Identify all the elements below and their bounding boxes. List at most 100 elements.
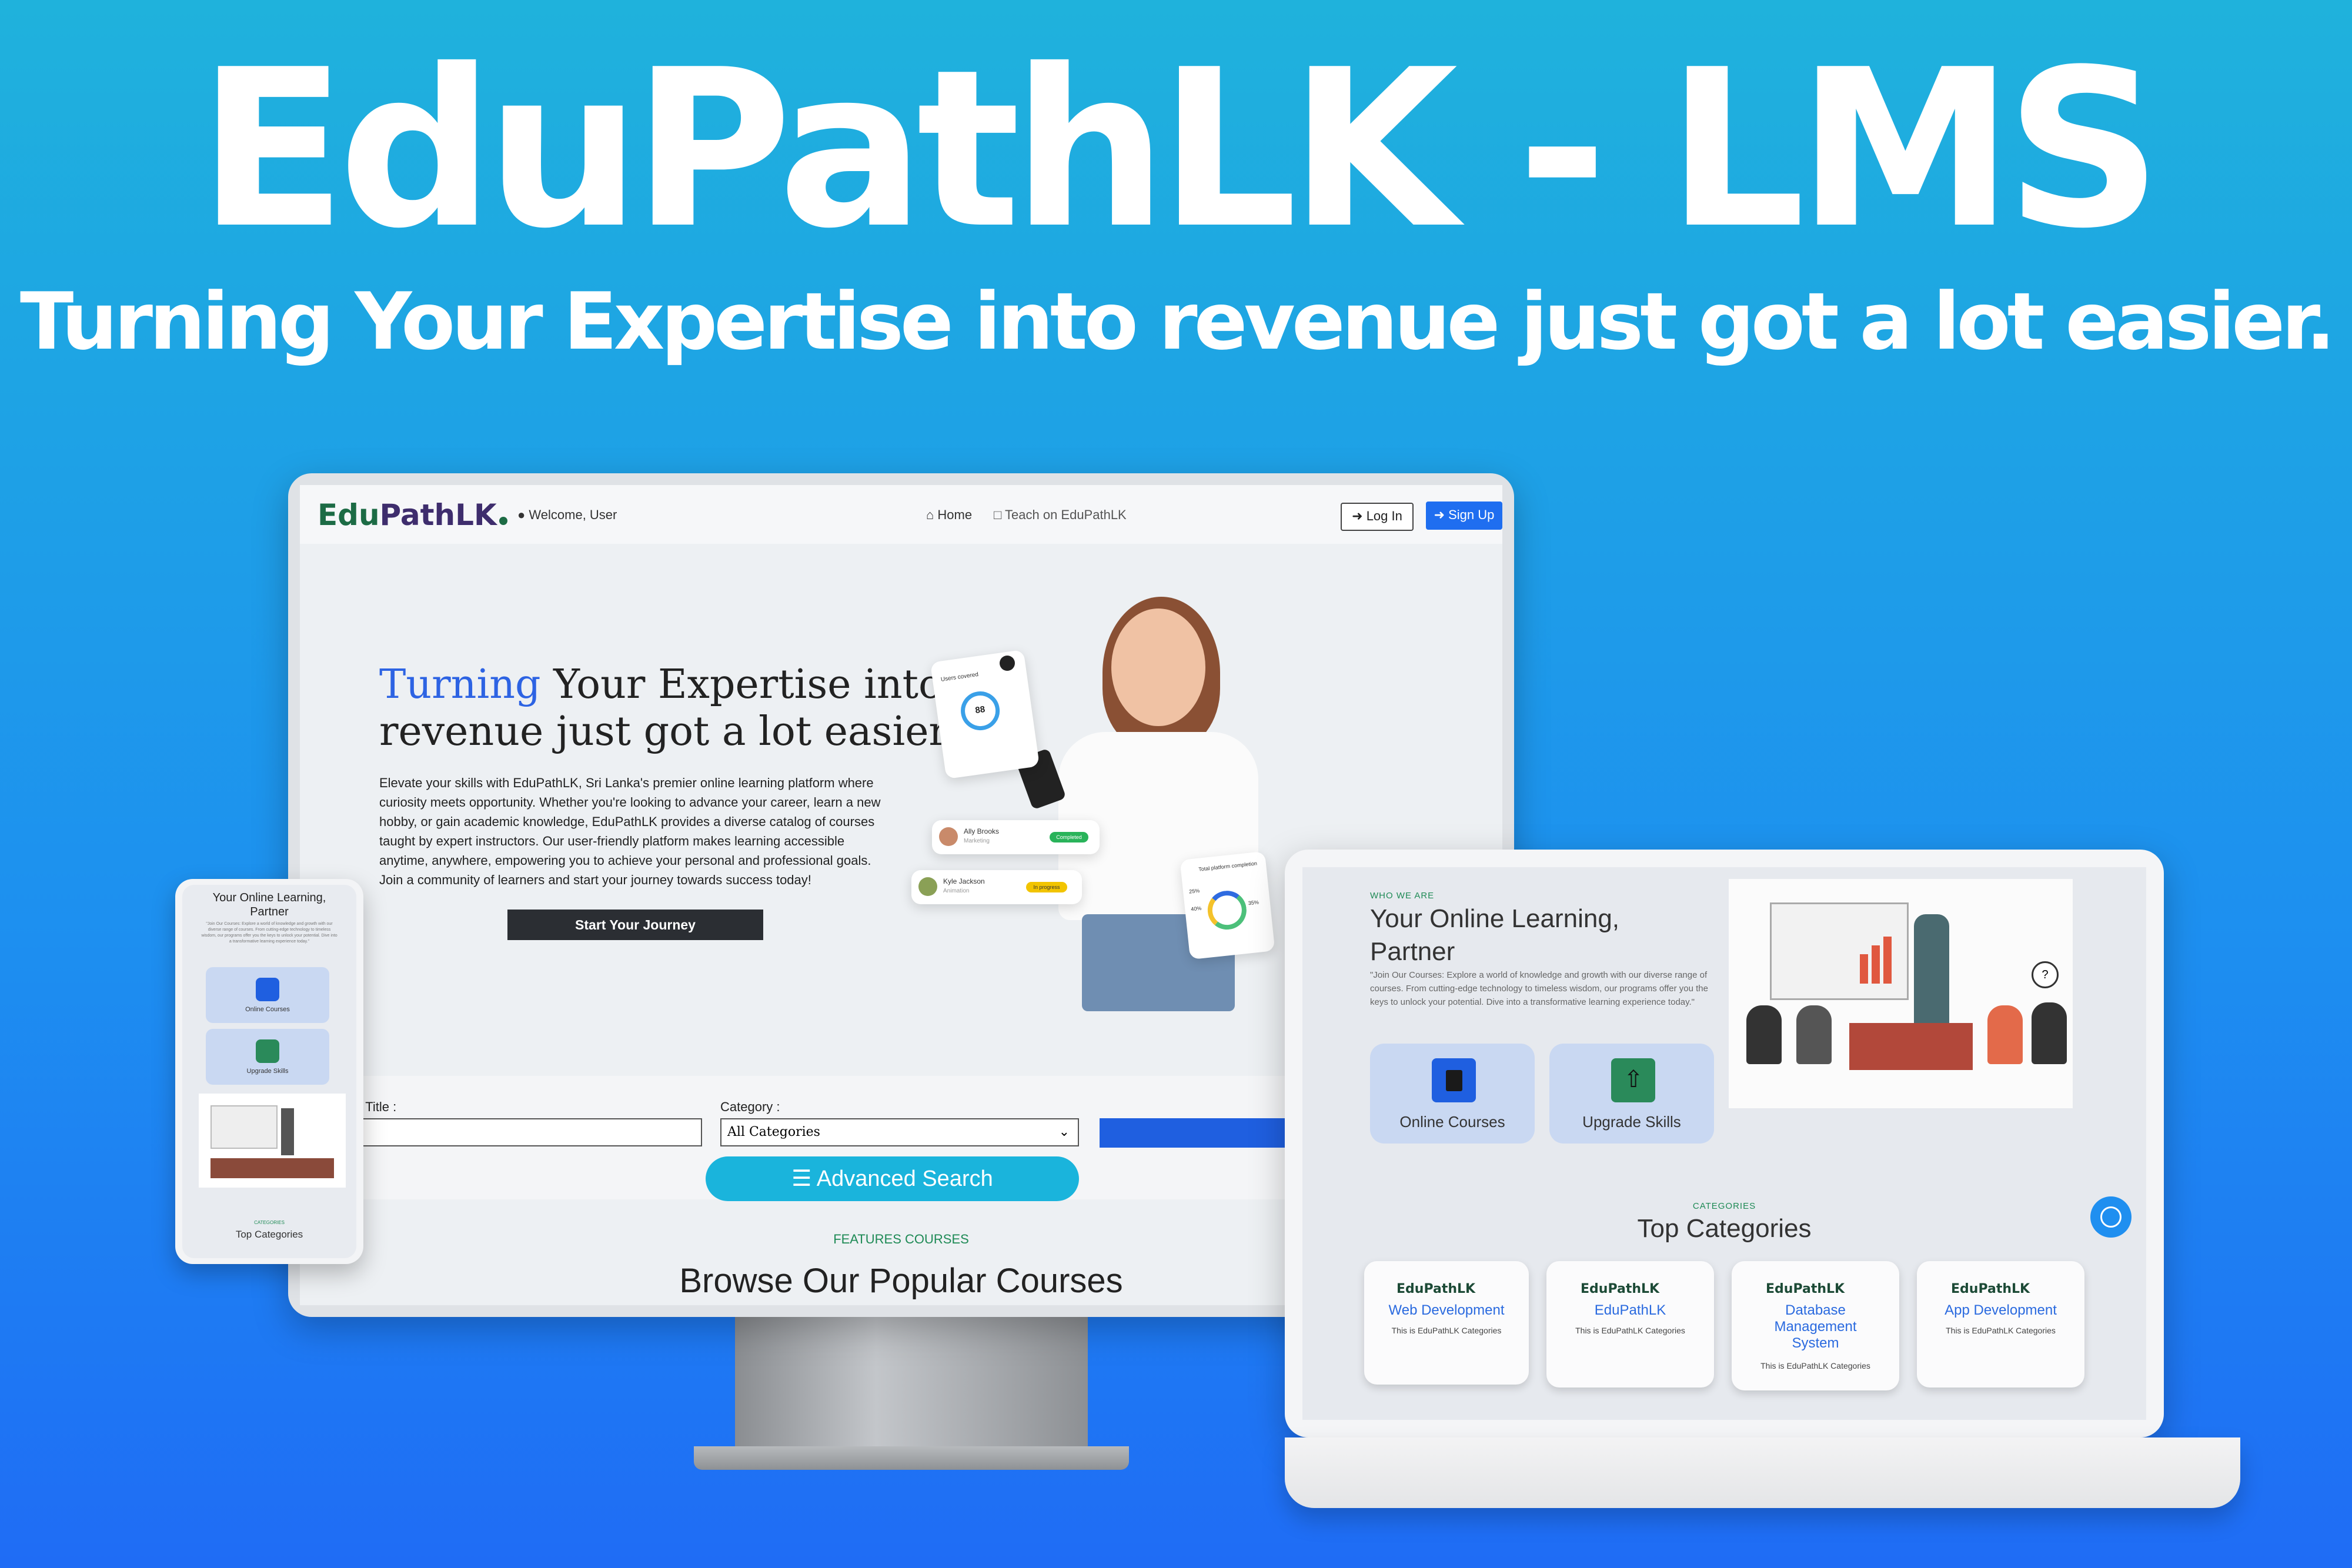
start-journey-button[interactable]: Start Your Journey	[507, 910, 763, 940]
hero-description: Elevate your skills with EduPathLK, Sri …	[379, 775, 881, 887]
laptop-heading: Your Online Learning, Partner	[1370, 902, 1735, 968]
phone-illustration	[199, 1094, 346, 1188]
phone-card-label: Upgrade Skills	[246, 1068, 289, 1075]
presentation-board	[211, 1105, 278, 1149]
category-select-value: All Categories	[727, 1125, 820, 1139]
category-card-subtitle: This is EduPathLK Categories	[1391, 1326, 1502, 1335]
desktop-navbar: EduPathLK ● Welcome, User ⌂ Home □ Teach…	[300, 485, 1502, 544]
classroom-illustration: ?	[1729, 879, 2073, 1108]
home-icon: ⌂	[926, 507, 938, 522]
category-card-title: Web Development	[1388, 1302, 1505, 1318]
phone-card-upgrade-skills[interactable]: Upgrade Skills	[206, 1029, 329, 1085]
upload-icon: ⇧	[1611, 1058, 1655, 1102]
category-card-logo: EduPathLK	[1951, 1282, 2030, 1296]
student-name: Ally Brooks	[964, 827, 1000, 835]
category-card-logo: EduPathLK	[1396, 1282, 1476, 1296]
completion-pct: 35%	[1248, 899, 1259, 907]
chevron-down-icon: ⌄	[1058, 1125, 1070, 1139]
login-button[interactable]: ➜ Log In	[1341, 503, 1414, 531]
category-card-title: EduPathLK	[1594, 1302, 1666, 1318]
hero-title-line1: Your Expertise into	[540, 661, 943, 708]
presentation-board	[1770, 902, 1909, 1000]
category-label: Category :	[720, 1099, 780, 1114]
signup-button[interactable]: ➜ Sign Up	[1426, 502, 1502, 530]
phone-categories-label: CATEGORIES	[254, 1220, 285, 1225]
categories-label: CATEGORIES	[1692, 1201, 1756, 1211]
logo-part-pathlk: PathLK	[379, 498, 497, 532]
bar-mark	[1860, 954, 1868, 984]
category-card-logo: EduPathLK	[1581, 1282, 1660, 1296]
nav-home-label: Home	[937, 507, 973, 522]
category-card-app-development[interactable]: EduPathLK App Development This is EduPat…	[1917, 1261, 2084, 1388]
login-label: Log In	[1366, 509, 1402, 523]
laptop-heading-line1: Your Online Learning,	[1370, 904, 1620, 933]
banner-title: EduPathLK - LMS	[198, 24, 2162, 276]
nav-teach-link[interactable]: □ Teach on EduPathLK	[994, 507, 1127, 523]
student-card-kyle: Kyle Jackson Animation In progress	[911, 870, 1082, 904]
signup-label: Sign Up	[1448, 507, 1495, 522]
upload-icon	[256, 1039, 279, 1063]
laptop-paragraph: "Join Our Courses: Explore a world of kn…	[1370, 970, 1708, 1007]
category-select[interactable]: All Categories ⌄	[720, 1118, 1079, 1146]
advanced-search-label: Advanced Search	[816, 1166, 993, 1191]
whatsapp-icon	[2100, 1206, 2122, 1228]
course-title-input[interactable]	[335, 1118, 702, 1146]
logo-part-edu: Edu	[318, 498, 380, 532]
category-card-web-development[interactable]: EduPathLK Web Development This is EduPat…	[1364, 1261, 1529, 1385]
completion-pct: 40%	[1190, 905, 1202, 912]
hero-title-line2: revenue just got a lot easier.	[379, 708, 957, 755]
avatar	[918, 877, 937, 896]
category-card-subtitle: This is EduPathLK Categories	[1575, 1326, 1685, 1335]
phone-paragraph: "Join Our Courses: Explore a world of kn…	[201, 922, 338, 944]
status-badge: Completed	[1050, 832, 1088, 842]
welcome-user: ● Welcome, User	[517, 507, 617, 523]
completion-donut	[1205, 888, 1249, 932]
feature-card-online-courses[interactable]: Online Courses	[1370, 1044, 1535, 1144]
whatsapp-button[interactable]	[2090, 1196, 2132, 1238]
user-icon: ●	[517, 507, 529, 522]
book-icon	[1432, 1058, 1476, 1102]
filter-icon: ☰	[791, 1166, 817, 1191]
users-covered-label: Users covered	[940, 671, 979, 683]
feature-label: Online Courses	[1399, 1113, 1505, 1131]
book-shape	[1446, 1070, 1462, 1091]
nav-teach-label: Teach on EduPathLK	[1005, 507, 1127, 522]
laptop-heading-line2: Partner	[1370, 937, 1455, 966]
phone-screen: Your Online Learning, Partner "Join Our …	[182, 885, 356, 1258]
welcome-text: Welcome, User	[529, 507, 617, 522]
audience-figure	[1746, 1005, 1782, 1064]
laptop-base	[1285, 1437, 2240, 1508]
audience-figure	[2032, 1002, 2067, 1064]
student-role: Animation	[943, 888, 970, 894]
phone-card-label: Online Courses	[245, 1006, 290, 1013]
users-covered-card: Users covered 88	[930, 649, 1040, 780]
student-role: Marketing	[964, 838, 990, 844]
hero-title-highlight: Turning	[379, 661, 541, 708]
bar-mark	[1872, 945, 1880, 984]
advanced-search-button[interactable]: ☰ Advanced Search	[706, 1156, 1079, 1201]
categories-title: Top Categories	[1637, 1214, 1812, 1243]
nav-home-link[interactable]: ⌂ Home	[926, 507, 972, 523]
signup-icon: ➜	[1434, 507, 1449, 522]
teach-icon: □	[994, 507, 1005, 522]
stage-platform	[1849, 1023, 1973, 1070]
category-card-subtitle: This is EduPathLK Categories	[1946, 1326, 2056, 1335]
phone-heading-line1: Your Online Learning,	[212, 891, 326, 904]
audience-figure	[1987, 1005, 2023, 1064]
who-we-are-label: WHO WE ARE	[1370, 891, 1435, 901]
phone-heading: Your Online Learning, Partner	[182, 891, 356, 919]
feature-card-upgrade-skills[interactable]: ⇧ Upgrade Skills	[1549, 1044, 1714, 1144]
status-badge: In progress	[1026, 882, 1067, 892]
category-card-title: App Development	[1945, 1302, 2057, 1318]
desktop-logo[interactable]: EduPathLK	[318, 498, 507, 532]
category-card-title: Database Management System	[1774, 1302, 1857, 1351]
login-icon: ➜	[1352, 509, 1367, 523]
feature-label: Upgrade Skills	[1582, 1113, 1681, 1131]
book-icon	[256, 978, 279, 1001]
category-card-edupathlk[interactable]: EduPathLK EduPathLK This is EduPathLK Ca…	[1546, 1261, 1714, 1388]
phone-card-online-courses[interactable]: Online Courses	[206, 967, 329, 1023]
category-card-database-management-system[interactable]: EduPathLK Database Management System Thi…	[1732, 1261, 1899, 1390]
presenter-figure	[1914, 914, 1949, 1032]
laptop-screen: WHO WE ARE Your Online Learning, Partner…	[1302, 867, 2146, 1420]
logo-dot	[499, 517, 507, 525]
